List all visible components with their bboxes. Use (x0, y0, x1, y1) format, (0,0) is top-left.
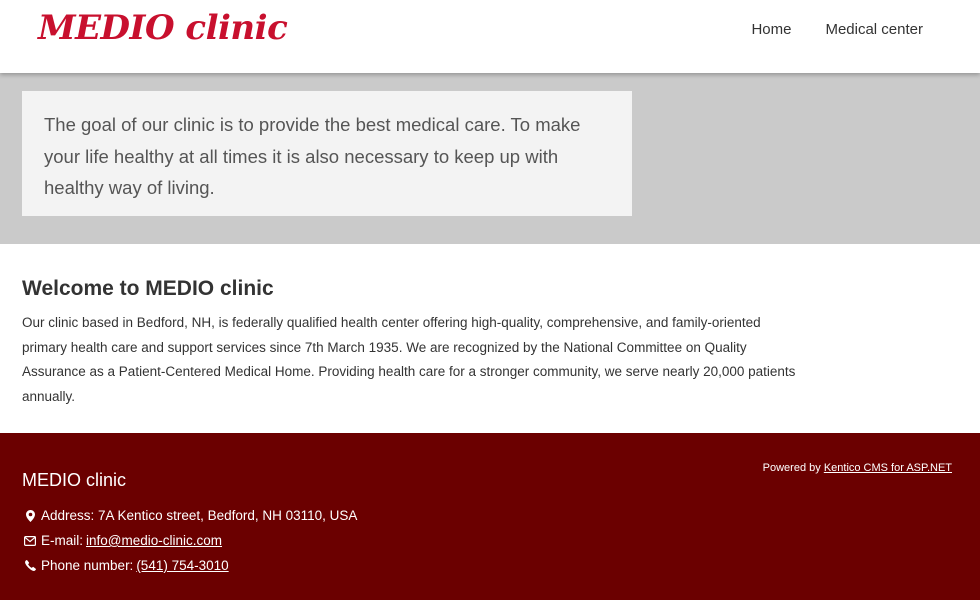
site-footer: Powered by Kentico CMS for ASP.NET MEDIO… (0, 433, 980, 600)
contact-list: Address: 7A Kentico street, Bedford, NH … (24, 503, 357, 578)
nav-item-medical-center[interactable]: Medical center (825, 21, 923, 38)
kentico-link[interactable]: Kentico CMS for ASP.NET (824, 462, 952, 474)
welcome-section: Welcome to MEDIO clinic Our clinic based… (22, 277, 802, 409)
welcome-title: Welcome to MEDIO clinic (22, 277, 274, 300)
main-nav: Home Medical center (751, 21, 923, 38)
email-label: E-mail: (41, 533, 84, 548)
site-header: MEDIO clinic Home Medical center (0, 0, 980, 73)
welcome-body: Our clinic based in Bedford, NH, is fede… (22, 315, 796, 404)
powered-by-label: Powered by (762, 462, 821, 474)
contact-email: E-mail: info@medio-clinic.com (24, 528, 357, 553)
contact-address: Address: 7A Kentico street, Bedford, NH … (24, 503, 357, 528)
nav-item-home[interactable]: Home (751, 21, 791, 38)
site-logo[interactable]: MEDIO clinic (38, 8, 288, 48)
email-link[interactable]: info@medio-clinic.com (86, 533, 222, 548)
footer-title: MEDIO clinic (22, 470, 127, 490)
hero-box: The goal of our clinic is to provide the… (22, 91, 632, 216)
phone-icon (24, 560, 36, 572)
hero-banner: The goal of our clinic is to provide the… (0, 73, 980, 244)
phone-link[interactable]: (541) 754-3010 (136, 558, 228, 573)
envelope-icon (24, 535, 36, 547)
powered-by: Powered by Kentico CMS for ASP.NET (763, 462, 952, 474)
contact-phone: Phone number: (541) 754-3010 (24, 553, 357, 578)
map-marker-icon (24, 509, 36, 522)
address-text: Address: 7A Kentico street, Bedford, NH … (41, 508, 358, 523)
hero-text: The goal of our clinic is to provide the… (44, 114, 581, 198)
phone-label: Phone number: (41, 558, 134, 573)
